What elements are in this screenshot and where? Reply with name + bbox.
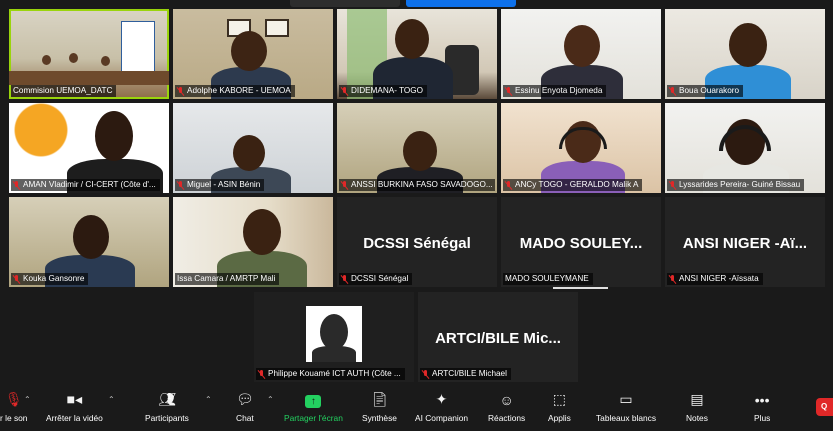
participant-name: AMAN Vladimir / CI-CERT (Côte d'...	[11, 179, 160, 191]
participants-icon: 👥︎ 17	[157, 391, 176, 407]
summary-button[interactable]: 📄︎ Synthèse	[362, 390, 397, 423]
participant-name: Adolphe KABORE - UEMOA	[175, 85, 295, 97]
meeting-toolbar: 🎙︎ r le son ⌃ ■◂ Arrêter la vidéo ⌃ 👥︎ 17…	[0, 384, 833, 431]
chat-bubble-icon: 💬︎	[236, 391, 254, 407]
video-tile[interactable]: ANSSI BURKINA FASO SAVADOGO...	[337, 103, 497, 193]
whiteboards-button[interactable]: ▭ Tableaux blancs	[596, 390, 656, 423]
top-banner-right	[406, 0, 516, 7]
participants-button[interactable]: 👥︎ 17 Participants	[145, 390, 189, 423]
video-camera-icon: ■◂	[66, 391, 83, 407]
mic-muted-icon	[669, 86, 676, 96]
mic-muted-icon	[258, 369, 265, 379]
participant-name: ANCy TOGO - GERALDO Malik A	[503, 179, 643, 191]
video-tile[interactable]: Lyssarides Pereira- Guiné Bissau	[665, 103, 825, 193]
participant-name: Essinu Enyota Djomeda	[503, 85, 607, 97]
table	[9, 71, 169, 85]
participant-display-name: DCSSI Sénégal	[363, 235, 471, 252]
participant-name: Kouka Gansonre	[11, 273, 89, 285]
participant-name: Commision UEMOA_DATC	[11, 85, 117, 97]
video-tile[interactable]: Essinu Enyota Djomeda	[501, 9, 661, 99]
sparkle-icon: ✦	[435, 391, 448, 407]
video-tile[interactable]: DIDEMANA- TOGO	[337, 9, 497, 99]
participants-options-caret[interactable]: ⌃	[205, 395, 212, 404]
participant-display-name: ANSI NIGER -Aï...	[682, 235, 808, 252]
mic-muted-icon	[669, 274, 676, 284]
top-banner-left	[290, 0, 400, 7]
video-tile[interactable]: Philippe Kouamé ICT AUTH (Côte ...	[254, 292, 414, 382]
participant-count: 17	[166, 392, 176, 401]
ai-companion-button[interactable]: ✦ AI Companion	[415, 390, 468, 423]
mic-muted-icon	[13, 274, 20, 284]
video-tile[interactable]: ARTCI/BILE Mic... ARTCI/BILE Michael	[418, 292, 578, 382]
mic-muted-icon	[341, 86, 348, 96]
document-icon: 📄︎	[370, 391, 389, 407]
video-tile[interactable]: Commision UEMOA_DATC	[9, 9, 169, 99]
share-screen-icon: ↑	[305, 390, 322, 408]
mic-muted-icon	[505, 86, 512, 96]
apps-button[interactable]: ⬚ Applis	[548, 390, 571, 423]
mic-muted-icon	[505, 180, 512, 190]
share-screen-button[interactable]: ↑ Partager l'écran	[284, 390, 343, 423]
mic-muted-icon	[13, 180, 20, 190]
participant-name: DIDEMANA- TOGO	[339, 85, 428, 97]
mic-muted-icon	[341, 180, 348, 190]
video-tile[interactable]: MADO SOULEY... MADO SOULEYMANE	[501, 197, 661, 287]
whiteboard-icon: ▭	[619, 391, 633, 407]
speaking-indicator	[553, 287, 608, 289]
video-tile[interactable]: AMAN Vladimir / CI-CERT (Côte d'...	[9, 103, 169, 193]
video-tile[interactable]: Adolphe KABORE - UEMOA	[173, 9, 333, 99]
video-tile[interactable]: Miguel - ASIN Bénin	[173, 103, 333, 193]
stop-video-button[interactable]: ■◂ Arrêter la vidéo	[46, 390, 103, 423]
participant-name: Lyssarides Pereira- Guiné Bissau	[667, 179, 805, 191]
participant-name: ANSI NIGER -Aïssata	[667, 273, 763, 285]
participant-name: Miguel - ASIN Bénin	[175, 179, 265, 191]
participant-display-name: MADO SOULEY...	[519, 235, 643, 252]
video-tile[interactable]: ANCy TOGO - GERALDO Malik A	[501, 103, 661, 193]
video-tile[interactable]: DCSSI Sénégal DCSSI Sénégal	[337, 197, 497, 287]
participant-name: Issa Camara / AMRTP Mali	[175, 273, 280, 285]
mic-muted-icon	[177, 180, 184, 190]
participant-name: MADO SOULEYMANE	[503, 273, 593, 285]
mic-muted-icon	[422, 369, 429, 379]
audio-options-caret[interactable]: ⌃	[24, 395, 31, 404]
more-button[interactable]: ••• Plus	[754, 390, 770, 423]
mic-muted-icon	[669, 180, 676, 190]
notes-button[interactable]: ▤ Notes	[686, 390, 708, 423]
chat-options-caret[interactable]: ⌃	[267, 395, 274, 404]
video-tile[interactable]: Boua Ouarakoro	[665, 9, 825, 99]
mic-muted-icon	[177, 86, 184, 96]
video-tile[interactable]: ANSI NIGER -Aï... ANSI NIGER -Aïssata	[665, 197, 825, 287]
participant-name: Boua Ouarakoro	[667, 85, 744, 97]
participant-name: ARTCI/BILE Michael	[420, 368, 511, 380]
top-banner	[290, 0, 540, 7]
video-tile[interactable]: Issa Camara / AMRTP Mali	[173, 197, 333, 287]
notes-icon: ▤	[690, 391, 704, 407]
mic-muted-icon: 🎙︎	[4, 391, 23, 407]
video-tile[interactable]: Kouka Gansonre	[9, 197, 169, 287]
apps-icon: ⬚	[552, 391, 567, 407]
avatar	[306, 306, 362, 362]
participant-name: ANSSI BURKINA FASO SAVADOGO...	[339, 179, 495, 191]
meeting-window: Commision UEMOA_DATC Adolphe KABORE - UE…	[0, 0, 833, 431]
smiley-icon: ☺	[499, 392, 514, 408]
participant-display-name: ARTCI/BILE Mic...	[435, 330, 561, 347]
participant-name: DCSSI Sénégal	[339, 273, 413, 285]
video-options-caret[interactable]: ⌃	[108, 395, 115, 404]
reactions-button[interactable]: ☺ Réactions	[488, 390, 525, 423]
participant-name: Philippe Kouamé ICT AUTH (Côte ...	[256, 368, 405, 380]
mic-muted-icon	[341, 274, 348, 284]
chat-button[interactable]: 💬︎ Chat	[236, 390, 254, 423]
leave-button[interactable]: Q	[816, 398, 833, 416]
more-dots-icon: •••	[754, 392, 770, 408]
